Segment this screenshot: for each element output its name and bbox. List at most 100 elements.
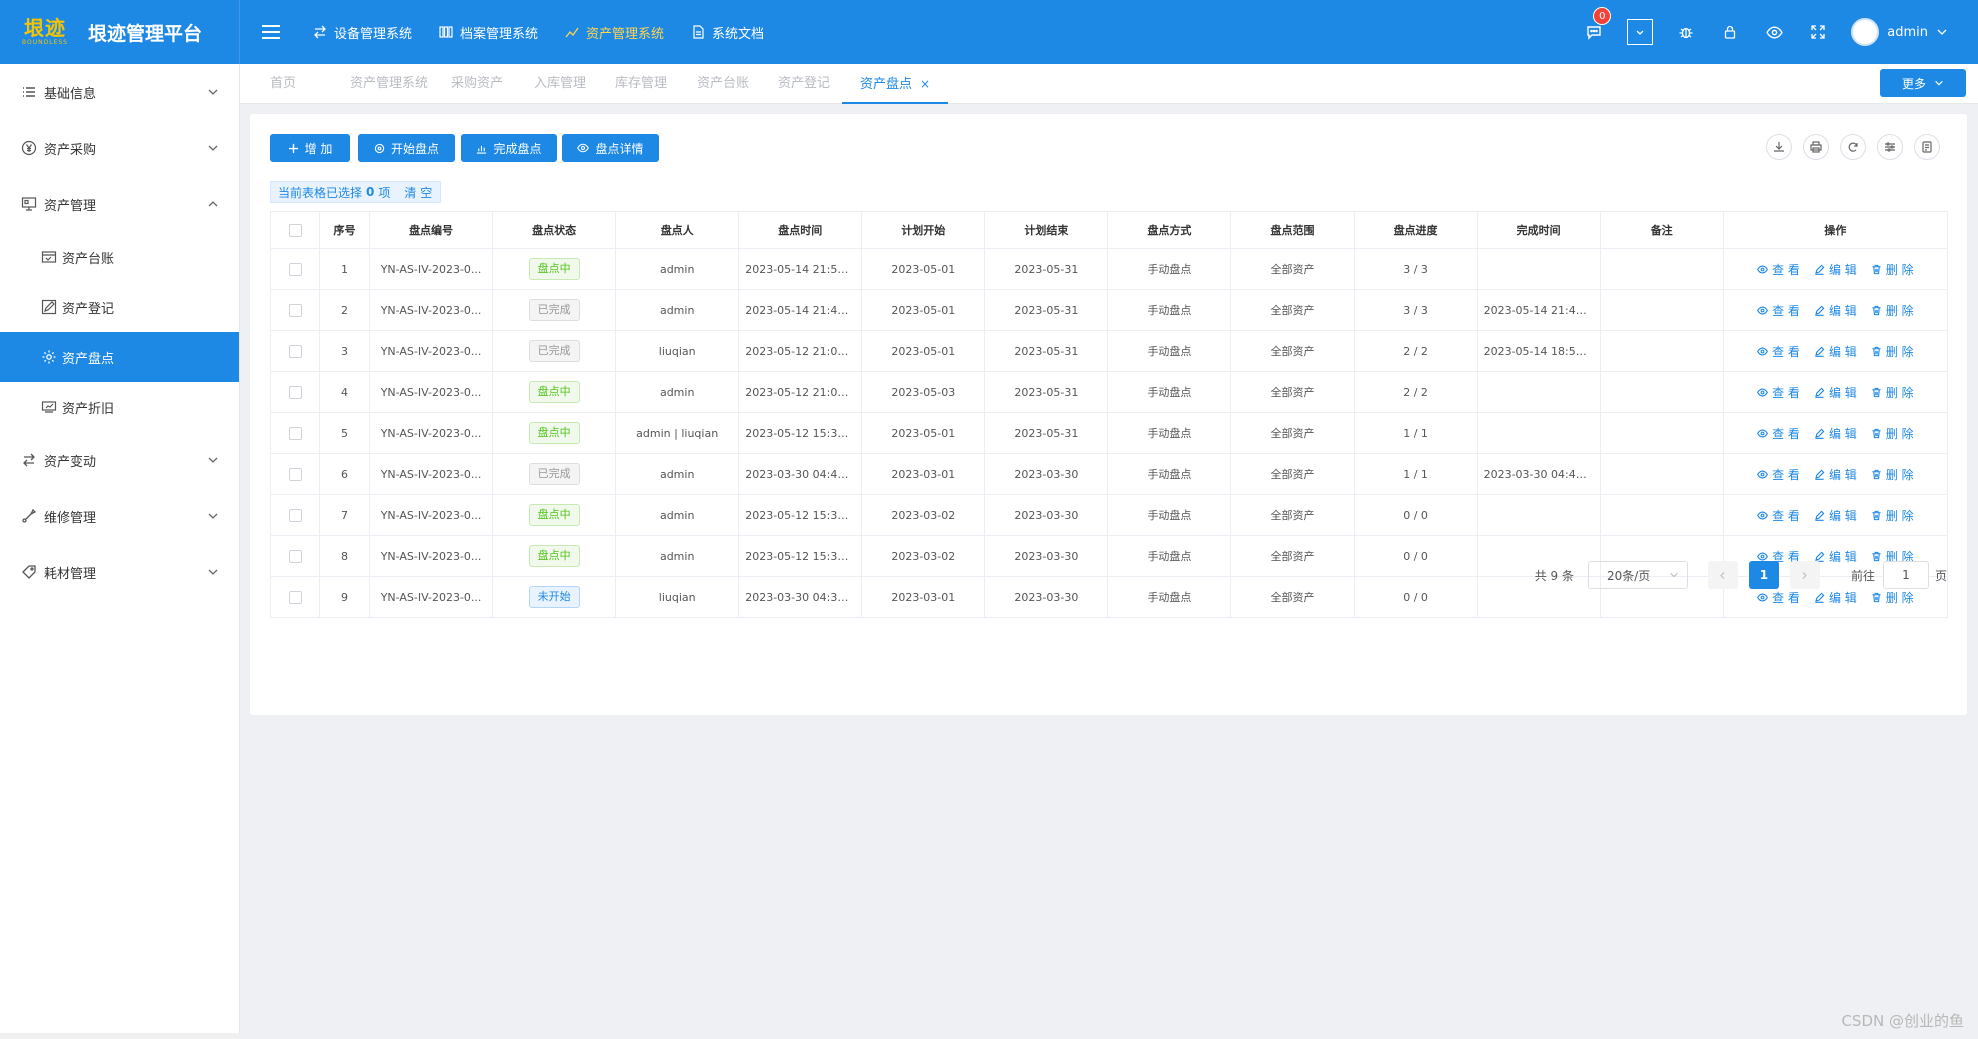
page-number-button[interactable]: 1: [1748, 561, 1779, 589]
top-nav-item-1[interactable]: 档案管理系统: [438, 23, 538, 42]
finish-inventory-button[interactable]: 完成盘点: [461, 134, 557, 162]
download-app-icon[interactable]: [1627, 19, 1654, 45]
edit-button[interactable]: 编 辑: [1814, 589, 1857, 606]
delete-button[interactable]: 删 除: [1871, 507, 1914, 524]
delete-button[interactable]: 删 除: [1871, 261, 1914, 278]
column-header: 盘点进度: [1353, 211, 1478, 249]
page-size-select[interactable]: 20条/页: [1587, 561, 1688, 589]
menu-toggle-icon[interactable]: [262, 20, 286, 44]
view-button[interactable]: 查 看: [1757, 302, 1800, 319]
view-button[interactable]: 查 看: [1757, 507, 1800, 524]
goto-page-input[interactable]: [1882, 561, 1929, 589]
delete-button[interactable]: 删 除: [1871, 466, 1914, 483]
user-menu[interactable]: admin: [1851, 18, 1948, 46]
table-row[interactable]: 4 YN-AS-IV-2023-0... 盘点中 admin 2023-05-12 21…: [269, 371, 1949, 413]
cell-time: 2023-05-12 21:09:...: [738, 330, 863, 372]
view-button[interactable]: 查 看: [1757, 589, 1800, 606]
table-row[interactable]: 1 YN-AS-IV-2023-0... 盘点中 admin 2023-05-14 21…: [269, 248, 1949, 290]
column-header: 序号: [319, 211, 371, 249]
edit-button[interactable]: 编 辑: [1814, 343, 1857, 360]
delete-button[interactable]: 删 除: [1871, 302, 1914, 319]
view-button[interactable]: 查 看: [1757, 425, 1800, 442]
more-tabs-button[interactable]: 更多: [1880, 69, 1966, 97]
message-icon[interactable]: 0: [1583, 7, 1612, 43]
tab-0[interactable]: 首页: [270, 64, 296, 104]
close-icon[interactable]: ×: [920, 77, 930, 91]
delete-button[interactable]: 删 除: [1871, 343, 1914, 360]
tab-6[interactable]: 资产登记: [778, 64, 830, 104]
prev-page-button[interactable]: [1707, 561, 1738, 589]
edit-button[interactable]: 编 辑: [1814, 466, 1857, 483]
sidebar-item-7[interactable]: 资产变动: [0, 432, 239, 488]
clear-selection-link[interactable]: 清 空: [404, 184, 432, 201]
next-page-button[interactable]: [1789, 561, 1820, 589]
export-icon[interactable]: [1766, 134, 1792, 160]
tab-label: 资产登记: [778, 76, 831, 91]
start-inventory-button[interactable]: 开始盘点: [358, 134, 455, 162]
sidebar-item-3[interactable]: 资产台账: [0, 232, 239, 282]
refresh-icon[interactable]: [1840, 134, 1866, 160]
inventory-detail-button[interactable]: 盘点详情: [562, 134, 659, 162]
tab-1[interactable]: 资产管理系统: [350, 64, 428, 104]
view-button[interactable]: 查 看: [1757, 466, 1800, 483]
cell-person: admin | liuqian: [615, 412, 740, 454]
row-checkbox[interactable]: [288, 508, 302, 522]
row-checkbox[interactable]: [288, 549, 302, 563]
sidebar-item-4[interactable]: 资产登记: [0, 282, 239, 332]
row-checkbox[interactable]: [288, 426, 302, 440]
delete-button[interactable]: 删 除: [1871, 589, 1914, 606]
top-nav-item-3[interactable]: 系统文档: [690, 23, 764, 42]
view-button[interactable]: 查 看: [1757, 343, 1800, 360]
add-button[interactable]: 增 加: [270, 134, 350, 162]
chart-icon: [477, 145, 487, 154]
edit-button[interactable]: 编 辑: [1814, 384, 1857, 401]
tab-2[interactable]: 采购资产: [451, 64, 503, 104]
delete-button[interactable]: 删 除: [1871, 425, 1914, 442]
tab-5[interactable]: 资产台账: [697, 64, 749, 104]
goto-suffix: 页: [1934, 568, 1947, 583]
row-checkbox[interactable]: [288, 303, 302, 317]
print-icon[interactable]: [1803, 134, 1829, 160]
bug-icon[interactable]: [1675, 21, 1697, 43]
table-row[interactable]: 5 YN-AS-IV-2023-0... 盘点中 admin | liuqian 202…: [269, 412, 1949, 454]
tab-4[interactable]: 库存管理: [615, 64, 667, 104]
row-checkbox[interactable]: [288, 590, 302, 604]
edit-button[interactable]: 编 辑: [1814, 425, 1857, 442]
sidebar-item-9[interactable]: 耗材管理: [0, 544, 239, 600]
status-badge: 盘点中: [528, 422, 580, 444]
table-row[interactable]: 6 YN-AS-IV-2023-0... 已完成 admin 2023-03-30 04…: [269, 453, 1949, 495]
row-checkbox[interactable]: [288, 262, 302, 276]
sidebar-item-8[interactable]: 维修管理: [0, 488, 239, 544]
column-header: 计划开始: [861, 211, 986, 249]
brand[interactable]: 垠迹 BOUNDLESS 垠迹管理平台: [0, 0, 240, 64]
column-settings-icon[interactable]: [1914, 134, 1940, 160]
sidebar-item-5[interactable]: 资产盘点: [0, 332, 239, 382]
edit-button[interactable]: 编 辑: [1814, 507, 1857, 524]
row-checkbox[interactable]: [288, 385, 302, 399]
delete-button[interactable]: 删 除: [1871, 384, 1914, 401]
sidebar-item-1[interactable]: 资产采购: [0, 120, 239, 176]
lock-icon[interactable]: [1719, 21, 1741, 43]
edit-button[interactable]: 编 辑: [1814, 261, 1857, 278]
row-checkbox[interactable]: [288, 467, 302, 481]
sidebar-scrollbar[interactable]: [0, 1033, 240, 1039]
table-row[interactable]: 3 YN-AS-IV-2023-0... 已完成 liuqian 2023-05-12 …: [269, 330, 1949, 372]
filter-settings-icon[interactable]: [1877, 134, 1903, 160]
sidebar-item-0[interactable]: 基础信息: [0, 64, 239, 120]
row-checkbox[interactable]: [288, 344, 302, 358]
sidebar-item-2[interactable]: 资产管理: [0, 176, 239, 232]
top-nav-item-0[interactable]: 设备管理系统: [312, 23, 412, 42]
top-nav-item-2[interactable]: 资产管理系统: [564, 23, 664, 42]
view-button[interactable]: 查 看: [1757, 261, 1800, 278]
sidebar-item-6[interactable]: 资产折旧: [0, 382, 239, 432]
tab-3[interactable]: 入库管理: [534, 64, 586, 104]
table-row[interactable]: 2 YN-AS-IV-2023-0... 已完成 admin 2023-05-14 21…: [269, 289, 1949, 331]
eye-icon[interactable]: [1763, 21, 1785, 43]
edit-button[interactable]: 编 辑: [1814, 302, 1857, 319]
tab-7[interactable]: 资产盘点 ×: [842, 64, 949, 104]
table-row[interactable]: 7 YN-AS-IV-2023-0... 盘点中 admin 2023-05-12 15…: [269, 494, 1949, 536]
cell-end: 2023-05-31: [984, 330, 1109, 372]
select-all-checkbox[interactable]: [288, 223, 302, 237]
fullscreen-icon[interactable]: [1807, 21, 1829, 43]
view-button[interactable]: 查 看: [1757, 384, 1800, 401]
